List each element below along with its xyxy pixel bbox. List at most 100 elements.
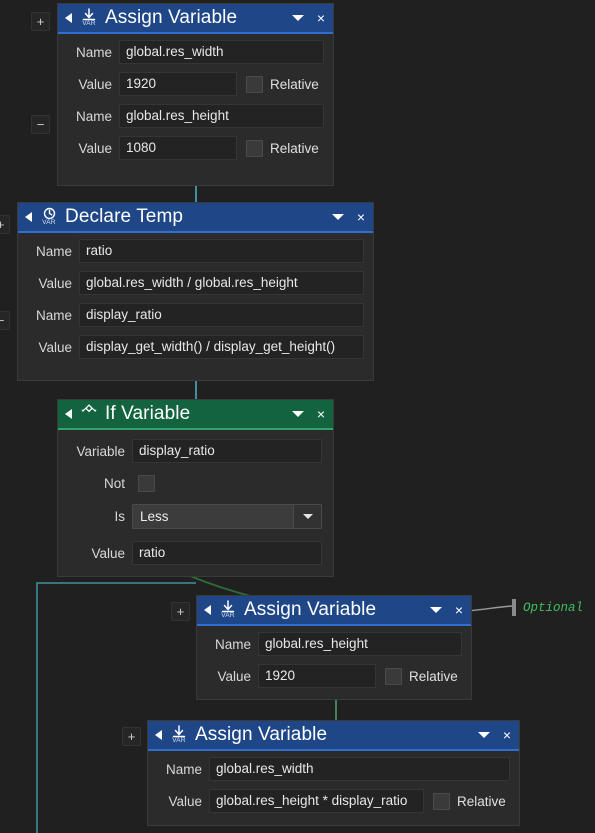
node-titlebar[interactable]: VAR Declare Temp × (18, 203, 373, 233)
relative-checkbox[interactable] (433, 792, 450, 810)
node-declare-temp[interactable]: VAR Declare Temp × Name ratio Value glob… (17, 202, 374, 381)
value-input[interactable]: 1920 (258, 664, 376, 688)
node-title: Declare Temp (65, 206, 184, 227)
compare-value-input[interactable]: ratio (132, 541, 322, 565)
optional-comment[interactable]: Optional (512, 599, 583, 616)
is-operator-select[interactable]: Less (132, 504, 322, 529)
node-title: Assign Variable (195, 724, 328, 745)
node-title: If Variable (105, 403, 191, 424)
row-label: Value (168, 793, 202, 809)
field-row-variable: Variable display_ratio (67, 439, 324, 463)
row-label: Name (35, 243, 72, 259)
name-input[interactable]: global.res_height (258, 632, 462, 656)
chevron-down-icon[interactable] (331, 214, 344, 220)
field-row: Value 1080 Relative (67, 136, 324, 160)
value-input[interactable]: 1080 (119, 136, 237, 160)
field-row: Name ratio (27, 239, 364, 263)
value-input[interactable]: global.res_width / global.res_height (79, 271, 364, 295)
relative-label: Relative (270, 140, 319, 156)
relative-checkbox[interactable] (385, 667, 402, 685)
not-checkbox[interactable] (138, 475, 155, 492)
add-row-button-node5[interactable]: + (122, 727, 141, 746)
row-label: Value (38, 275, 72, 291)
close-icon[interactable]: × (357, 210, 365, 224)
not-label: Not (103, 476, 125, 491)
node-body: Name global.res_height Value 1920 Relati… (197, 626, 471, 697)
node-if-variable[interactable]: VAR If Variable × Variable display_ratio… (57, 399, 334, 577)
relative-checkbox[interactable] (246, 75, 263, 93)
relative-label: Relative (409, 668, 458, 684)
collapse-triangle-icon[interactable] (65, 409, 72, 419)
collapse-triangle-icon[interactable] (25, 212, 32, 222)
name-input[interactable]: global.res_width (119, 40, 324, 64)
field-row-value: Value ratio (67, 541, 324, 565)
assign-variable-icon: VAR (218, 599, 238, 621)
name-input[interactable]: global.res_width (209, 757, 510, 781)
node-assign-variable-3[interactable]: VAR Assign Variable × Name global.res_wi… (147, 720, 520, 826)
node-titlebar[interactable]: VAR Assign Variable × (58, 4, 333, 34)
var-tag-label: VAR (42, 219, 56, 227)
node-title: Assign Variable (244, 599, 377, 620)
field-row: Value global.res_width / global.res_heig… (27, 271, 364, 295)
var-tag-label: VAR (82, 20, 96, 28)
close-icon[interactable]: × (455, 603, 463, 617)
field-row: Name global.res_width (67, 40, 324, 64)
row-label: Name (214, 636, 251, 652)
chevron-down-icon[interactable] (477, 732, 490, 738)
collapse-triangle-icon[interactable] (155, 730, 162, 740)
row-label: Value (217, 668, 251, 684)
var-tag-label: VAR (172, 737, 186, 745)
node-title: Assign Variable (105, 7, 238, 28)
is-label: Is (114, 509, 125, 524)
variable-label: Variable (76, 443, 125, 459)
assign-variable-icon: VAR (169, 724, 189, 746)
add-row-button-node4[interactable]: + (171, 602, 190, 621)
comment-text: Optional (523, 600, 584, 615)
var-tag-label: VAR (221, 612, 235, 620)
field-row: Name global.res_width (157, 757, 510, 781)
value-input[interactable]: display_get_width() / display_get_height… (79, 335, 364, 359)
node-assign-variable-1[interactable]: VAR Assign Variable × Name global.res_wi… (57, 3, 334, 186)
field-row: Name global.res_height (67, 104, 324, 128)
field-row: Value global.res_height * display_ratio … (157, 789, 510, 813)
close-icon[interactable]: × (317, 407, 325, 421)
relative-label: Relative (270, 76, 319, 92)
add-row-button-node1[interactable]: + (31, 12, 50, 31)
close-icon[interactable]: × (317, 11, 325, 25)
row-label: Value (38, 339, 72, 355)
if-variable-icon: VAR (79, 403, 99, 425)
row-label: Name (75, 108, 112, 124)
node-body: Name global.res_width Value 1920 Relativ… (58, 34, 333, 169)
relative-label: Relative (457, 793, 506, 809)
row-label: Name (75, 44, 112, 60)
field-row: Name global.res_height (206, 632, 462, 656)
relative-checkbox[interactable] (246, 139, 263, 157)
variable-input[interactable]: display_ratio (132, 439, 322, 463)
chevron-down-icon[interactable] (429, 607, 442, 613)
value-input[interactable]: 1920 (119, 72, 237, 96)
node-titlebar[interactable]: VAR If Variable × (58, 400, 333, 430)
node-titlebar[interactable]: VAR Assign Variable × (148, 721, 519, 751)
field-row: Name display_ratio (27, 303, 364, 327)
name-input[interactable]: global.res_height (119, 104, 324, 128)
row-label: Value (78, 76, 112, 92)
node-assign-variable-2[interactable]: VAR Assign Variable × Name global.res_he… (196, 595, 472, 700)
remove-row-button-node2[interactable]: − (0, 311, 10, 330)
name-input[interactable]: ratio (79, 239, 364, 263)
remove-row-button-node1[interactable]: − (31, 115, 50, 134)
collapse-triangle-icon[interactable] (65, 13, 72, 23)
chevron-down-icon[interactable] (291, 15, 304, 21)
chevron-down-icon[interactable] (293, 505, 321, 528)
node-body: Name ratio Value global.res_width / glob… (18, 233, 373, 368)
node-titlebar[interactable]: VAR Assign Variable × (197, 596, 471, 626)
node-graph-canvas[interactable]: + − + − + + VAR Assign Variable × Name g… (0, 0, 595, 833)
chevron-down-icon[interactable] (291, 411, 304, 417)
add-row-button-node2[interactable]: + (0, 215, 10, 234)
declare-temp-icon: VAR (39, 206, 59, 228)
collapse-triangle-icon[interactable] (204, 605, 211, 615)
value-input[interactable]: global.res_height * display_ratio (209, 789, 424, 813)
field-row: Value 1920 Relative (67, 72, 324, 96)
name-input[interactable]: display_ratio (79, 303, 364, 327)
field-row-is: Is Less (67, 504, 324, 529)
close-icon[interactable]: × (503, 728, 511, 742)
